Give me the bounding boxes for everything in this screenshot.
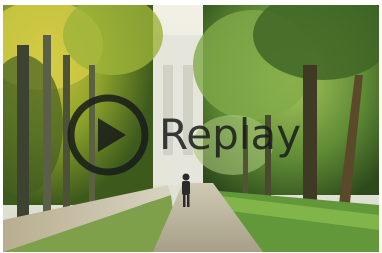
replay-label: Replay xyxy=(159,110,302,159)
replay-button[interactable]: Replay xyxy=(67,87,301,183)
video-player[interactable]: Replay xyxy=(3,5,379,252)
play-circle-icon xyxy=(67,94,149,176)
